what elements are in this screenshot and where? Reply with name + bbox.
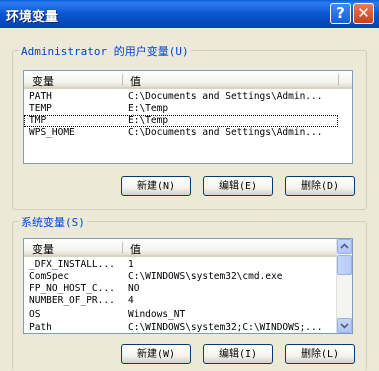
user-variables-list[interactable]: 变量 值 PATH C:\Documents and Settings\Admi… xyxy=(23,70,353,164)
scroll-down-button[interactable] xyxy=(337,318,352,333)
variable-name: TEMP xyxy=(29,103,52,114)
list-item[interactable]: PATH C:\Documents and Settings\Admin... xyxy=(24,91,344,103)
environment-variables-dialog: 环境变量 ? ✕ Administrator 的用户变量(U) 变量 值 PAT… xyxy=(0,0,379,371)
variable-value: 4 xyxy=(128,295,134,306)
column-divider[interactable] xyxy=(338,74,339,86)
variable-name: NUMBER_OF_PR... xyxy=(29,295,115,306)
variable-value: E:\Temp xyxy=(128,115,169,126)
variable-value: C:\WINDOWS\system32\cmd.exe xyxy=(128,271,283,282)
list-header: 变量 值 xyxy=(24,71,352,89)
list-item[interactable]: TEMP E:\Temp xyxy=(24,103,344,115)
column-divider[interactable] xyxy=(122,74,123,86)
column-header-value[interactable]: 值 xyxy=(130,73,141,89)
user-edit-button[interactable]: 编辑(E) xyxy=(203,176,273,196)
variable-value: E:\Temp xyxy=(128,103,169,114)
variable-name: FP_NO_HOST_C... xyxy=(29,283,115,294)
user-variables-group: Administrator 的用户变量(U) 变量 值 PATH C:\Docu… xyxy=(12,43,367,210)
variable-name: OS xyxy=(29,309,41,320)
list-item-selected[interactable]: TMP E:\Temp xyxy=(24,115,338,127)
user-variables-label: Administrator 的用户变量(U) xyxy=(19,43,191,59)
system-variables-list[interactable]: 变量 值 _DFX_INSTALL... 1 ComSpec C:\WINDOW… xyxy=(23,238,353,334)
variable-name: Path xyxy=(29,322,52,333)
user-delete-button[interactable]: 删除(D) xyxy=(285,176,355,196)
column-header-variable[interactable]: 变量 xyxy=(32,241,54,257)
title-bar[interactable]: 环境变量 ? ✕ xyxy=(0,0,379,28)
variable-name: ComSpec xyxy=(29,271,70,282)
column-divider[interactable] xyxy=(122,242,123,254)
system-delete-button[interactable]: 删除(L) xyxy=(285,344,355,364)
arrow-up-icon xyxy=(340,243,349,249)
window-title: 环境变量 xyxy=(6,10,59,25)
variable-name: TMP xyxy=(29,115,47,126)
column-header-value[interactable]: 值 xyxy=(130,241,141,257)
help-button[interactable]: ? xyxy=(330,3,351,24)
variable-value: C:\Documents and Settings\Admin... xyxy=(128,91,323,102)
variable-value: Windows_NT xyxy=(128,309,186,320)
arrow-down-icon xyxy=(340,323,349,329)
variable-value: C:\WINDOWS\system32;C:\WINDOWS;... xyxy=(128,322,323,333)
system-new-button[interactable]: 新建(W) xyxy=(121,344,191,364)
list-header: 变量 值 xyxy=(24,239,352,257)
system-variables-label: 系统变量(S) xyxy=(19,214,87,230)
user-new-button[interactable]: 新建(N) xyxy=(121,176,191,196)
system-edit-button[interactable]: 编辑(I) xyxy=(203,344,273,364)
scroll-up-button[interactable] xyxy=(337,239,352,254)
column-header-variable[interactable]: 变量 xyxy=(32,73,54,89)
variable-name: WPS_HOME xyxy=(29,127,75,138)
variable-name: PATH xyxy=(29,91,52,102)
vertical-scrollbar[interactable] xyxy=(336,239,352,333)
variable-value: 1 xyxy=(128,259,134,270)
variable-value: NO xyxy=(128,283,140,294)
list-item[interactable]: WPS_HOME C:\Documents and Settings\Admin… xyxy=(24,127,344,139)
variable-name: _DFX_INSTALL... xyxy=(29,259,115,270)
scroll-thumb[interactable] xyxy=(337,255,352,275)
system-variables-group: 系统变量(S) 变量 值 _DFX_INSTALL... 1 ComSpec C… xyxy=(12,214,367,371)
close-button[interactable]: ✕ xyxy=(353,3,374,24)
variable-value: C:\Documents and Settings\Admin... xyxy=(128,127,323,138)
